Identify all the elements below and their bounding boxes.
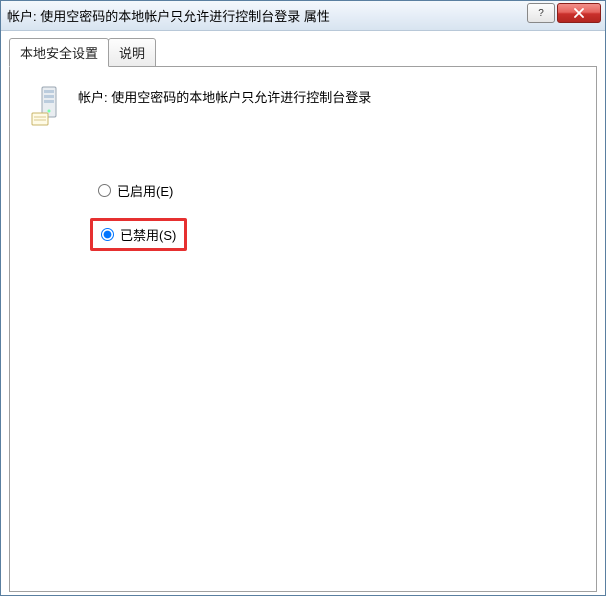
titlebar-text: 帐户: 使用空密码的本地帐户只允许进行控制台登录 属性 <box>7 6 330 25</box>
radio-disabled[interactable]: 已禁用(S) <box>90 218 187 251</box>
policy-header: 帐户: 使用空密码的本地帐户只允许进行控制台登录 <box>30 85 576 129</box>
tab-security-settings[interactable]: 本地安全设置 <box>9 38 109 67</box>
tab-panel-security: 帐户: 使用空密码的本地帐户只允许进行控制台登录 已启用(E) 已禁用(S) <box>9 66 597 592</box>
close-button[interactable] <box>557 3 601 23</box>
radio-disabled-input[interactable] <box>101 228 114 241</box>
radio-group: 已启用(E) 已禁用(S) <box>90 177 576 261</box>
radio-enabled-label: 已启用(E) <box>117 181 173 200</box>
radio-enabled[interactable]: 已启用(E) <box>90 177 576 204</box>
tab-strip: 本地安全设置 说明 <box>9 37 597 66</box>
radio-disabled-label: 已禁用(S) <box>120 225 176 244</box>
content-area: 本地安全设置 说明 帐户: 使用空密码的本地帐户 <box>1 31 605 595</box>
close-icon <box>573 8 585 18</box>
properties-dialog: 帐户: 使用空密码的本地帐户只允许进行控制台登录 属性 ? 本地安全设置 说明 <box>0 0 606 596</box>
window-controls: ? <box>527 3 601 23</box>
help-button[interactable]: ? <box>527 3 555 23</box>
policy-title: 帐户: 使用空密码的本地帐户只允许进行控制台登录 <box>78 85 371 106</box>
radio-enabled-input[interactable] <box>98 184 111 197</box>
policy-server-icon <box>30 85 66 129</box>
titlebar[interactable]: 帐户: 使用空密码的本地帐户只允许进行控制台登录 属性 ? <box>1 1 605 31</box>
help-icon: ? <box>538 8 544 19</box>
tab-description[interactable]: 说明 <box>108 38 156 67</box>
